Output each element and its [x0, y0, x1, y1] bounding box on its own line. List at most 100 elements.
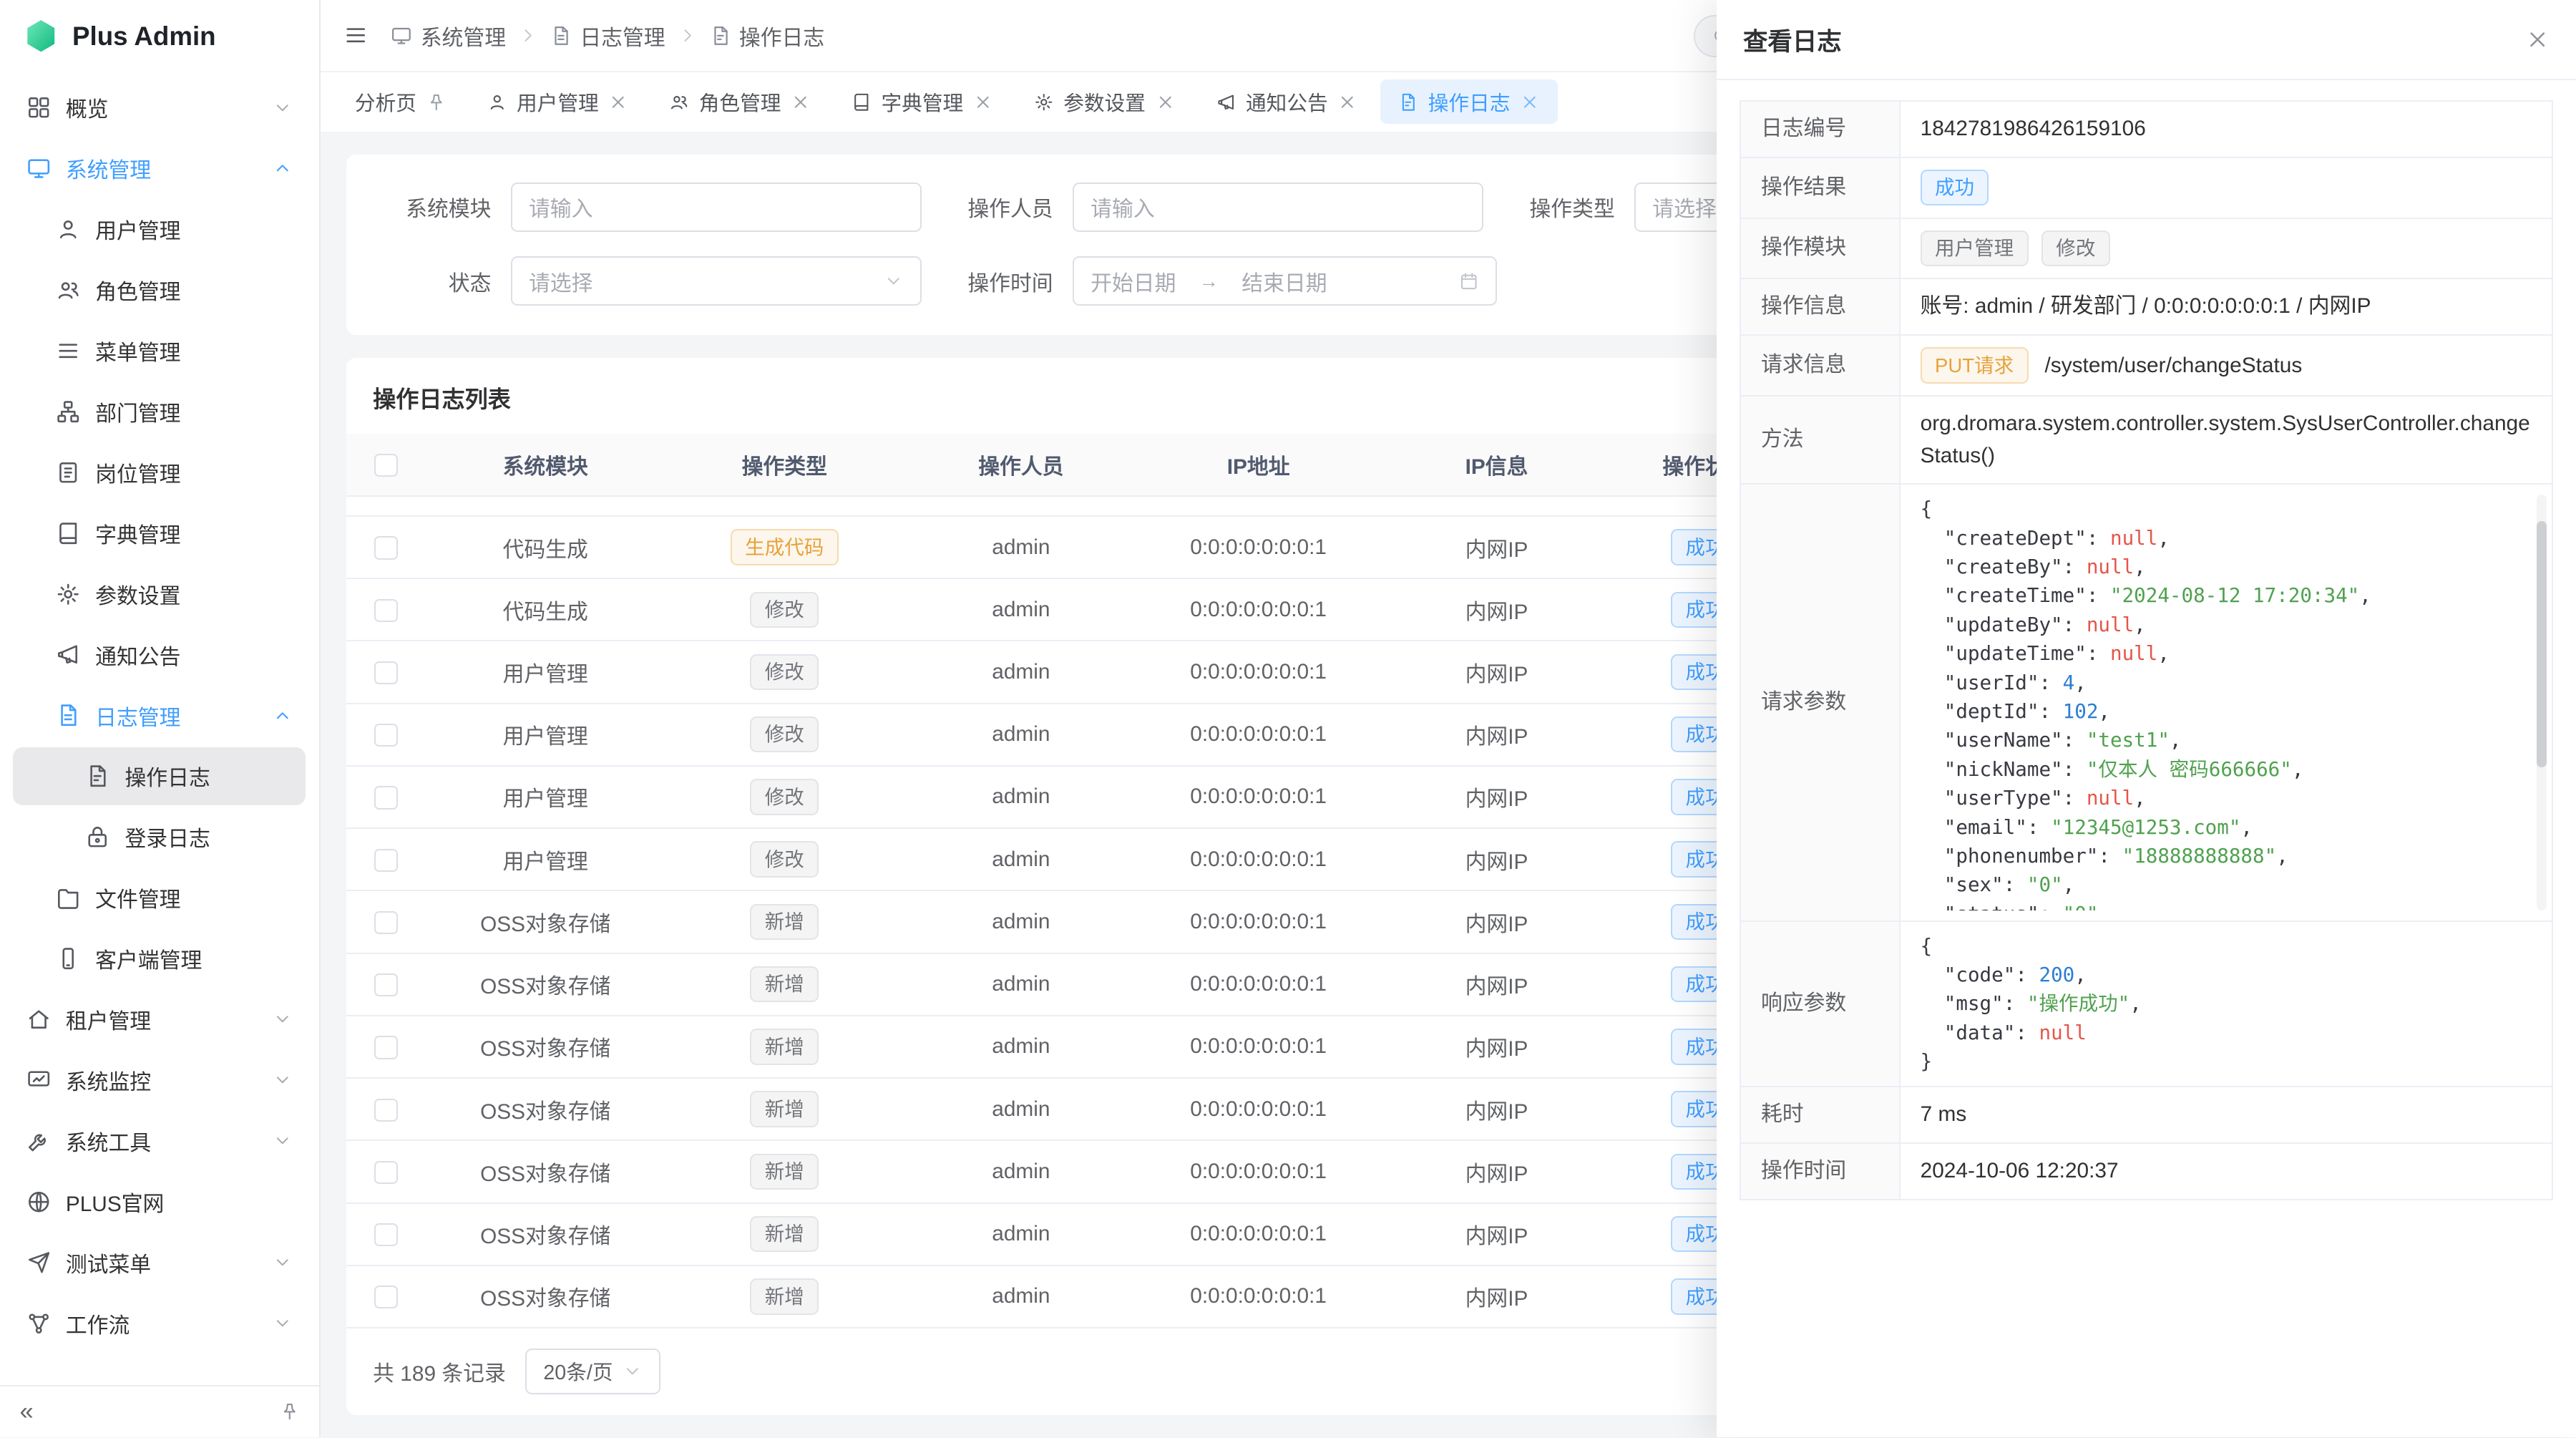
tab-close-icon[interactable] [608, 92, 628, 112]
sidebar-item-workflow[interactable]: 工作流 [13, 1295, 306, 1352]
sidebar-item-label: 参数设置 [95, 578, 306, 610]
module-tag: 用户管理 [1921, 230, 2029, 267]
resp-params-code: { "code": 200, "msg": "操作成功", "data": nu… [1921, 932, 2529, 1077]
cell-ip-info: 内网IP [1378, 578, 1615, 641]
req-params-code[interactable]: { "createDept": null, "createBy": null, … [1921, 495, 2529, 910]
sidebar-item-sysmonitor[interactable]: 系统监控 [13, 1051, 306, 1109]
filter-time-daterange[interactable]: 开始日期→结束日期 [1073, 256, 1496, 306]
tab-close-icon[interactable] [791, 92, 811, 112]
row-checkbox[interactable] [374, 1286, 397, 1308]
cell-operator: admin [904, 890, 1138, 953]
tab-param[interactable]: 参数设置 [1016, 79, 1194, 124]
tab-analysis[interactable]: 分析页 [337, 79, 464, 124]
cell-module: 代码生成 [426, 578, 665, 641]
sidebar-item-client[interactable]: 客户端管理 [13, 930, 306, 987]
sidebar-item-overview[interactable]: 概览 [13, 79, 306, 136]
cell-ip-info: 内网IP [1378, 516, 1615, 578]
hamburger-icon[interactable] [343, 23, 368, 47]
row-checkbox[interactable] [374, 1223, 397, 1246]
filter-label: 操作人员 [951, 191, 1053, 223]
page-size-select[interactable]: 20条/页 [525, 1349, 660, 1394]
filter-operator-input[interactable]: 请输入 [1073, 183, 1483, 232]
scrollbar-thumb[interactable] [2537, 521, 2547, 767]
detail-row-cost: 耗时7 ms [1740, 1087, 2552, 1143]
select-all-header [346, 434, 425, 496]
code-scrollbar[interactable] [2537, 495, 2547, 910]
tab-notice[interactable]: 通知公告 [1198, 79, 1375, 124]
select-all-checkbox[interactable] [374, 454, 397, 477]
breadcrumb-item[interactable]: 系统管理 [391, 20, 506, 52]
tab-close-icon[interactable] [1520, 92, 1540, 112]
detail-value-log-id: 1842781986426159106 [1900, 101, 2552, 157]
dept-icon [56, 399, 80, 424]
sidebar-item-operlog[interactable]: 操作日志 [13, 747, 306, 805]
sidebar-item-systool[interactable]: 系统工具 [13, 1112, 306, 1170]
sidebar-item-loginlog[interactable]: 登录日志 [13, 808, 306, 865]
tool-icon [26, 1129, 51, 1153]
file-icon [56, 885, 80, 910]
sidebar-item-dept[interactable]: 部门管理 [13, 383, 306, 440]
cell-ip: 0:0:0:0:0:0:0:1 [1138, 1016, 1378, 1078]
sidebar-item-label: 岗位管理 [95, 457, 306, 488]
tab-dict[interactable]: 字典管理 [834, 79, 1011, 124]
tab-close-icon[interactable] [1337, 92, 1357, 112]
column-header: IP信息 [1378, 434, 1615, 496]
close-icon[interactable] [2525, 27, 2550, 52]
app-title: Plus Admin [72, 21, 216, 52]
sidebar-item-param[interactable]: 参数设置 [13, 565, 306, 623]
cell-type: 生成代码 [665, 516, 904, 578]
sidebar-item-post[interactable]: 岗位管理 [13, 444, 306, 501]
row-checkbox[interactable] [374, 1099, 397, 1122]
menu-icon [56, 339, 80, 363]
row-checkbox[interactable] [374, 1036, 397, 1059]
row-checkbox[interactable] [374, 973, 397, 996]
row-checkbox[interactable] [374, 724, 397, 747]
row-checkbox[interactable] [374, 536, 397, 559]
cell-module: OSS对象存储 [426, 1203, 665, 1265]
row-checkbox[interactable] [374, 599, 397, 622]
breadcrumb-label: 操作日志 [739, 20, 824, 52]
sidebar-item-label: 用户管理 [95, 213, 306, 245]
row-checkbox[interactable] [374, 849, 397, 872]
filter-label: 状态 [389, 266, 491, 297]
tab-operlog[interactable]: 操作日志 [1380, 79, 1558, 124]
sidebar-item-log[interactable]: 日志管理 [13, 686, 306, 744]
sidebar-item-website[interactable]: PLUS官网 [13, 1173, 306, 1230]
cell-operator: admin [904, 766, 1138, 828]
row-select-cell [346, 516, 425, 578]
breadcrumb: 系统管理 日志管理 操作日志 [391, 20, 824, 52]
tab-close-icon[interactable] [973, 92, 993, 112]
filter-status-select[interactable]: 请选择 [511, 256, 922, 306]
tab-close-icon[interactable] [1156, 92, 1176, 112]
row-checkbox[interactable] [374, 911, 397, 934]
row-checkbox[interactable] [374, 661, 397, 684]
filter-module-input[interactable]: 请输入 [511, 183, 922, 232]
pin-icon[interactable] [426, 92, 447, 112]
sidebar-item-file[interactable]: 文件管理 [13, 869, 306, 926]
sidebar-item-notice[interactable]: 通知公告 [13, 626, 306, 683]
chevron-down-icon [623, 1361, 643, 1381]
tab-role[interactable]: 角色管理 [651, 79, 829, 124]
end-date-placeholder: 结束日期 [1241, 266, 1327, 297]
sidebar-item-testmenu[interactable]: 测试菜单 [13, 1234, 306, 1291]
row-checkbox[interactable] [374, 1161, 397, 1184]
cell-module: OSS对象存储 [426, 1078, 665, 1140]
sidebar-pin-icon[interactable] [280, 1401, 300, 1422]
row-checkbox[interactable] [374, 786, 397, 809]
detail-label: 响应参数 [1740, 921, 1900, 1087]
cell-module: 用户管理 [426, 766, 665, 828]
sidebar-item-tenant[interactable]: 租户管理 [13, 991, 306, 1048]
operlog-icon [1398, 92, 1418, 112]
sidebar-item-dict[interactable]: 字典管理 [13, 505, 306, 562]
tab-user[interactable]: 用户管理 [469, 79, 646, 124]
breadcrumb-item[interactable]: 操作日志 [710, 20, 825, 52]
app-logo: Plus Admin [0, 0, 319, 72]
row-select-cell [346, 1203, 425, 1265]
sidebar-item-user[interactable]: 用户管理 [13, 200, 306, 258]
sidebar-item-menu[interactable]: 菜单管理 [13, 322, 306, 379]
sidebar-item-role[interactable]: 角色管理 [13, 261, 306, 319]
collapse-sidebar-button[interactable]: « [20, 1398, 34, 1426]
placeholder-text: 请输入 [529, 191, 904, 223]
breadcrumb-item[interactable]: 日志管理 [550, 20, 665, 52]
sidebar-item-system[interactable]: 系统管理 [13, 140, 306, 197]
